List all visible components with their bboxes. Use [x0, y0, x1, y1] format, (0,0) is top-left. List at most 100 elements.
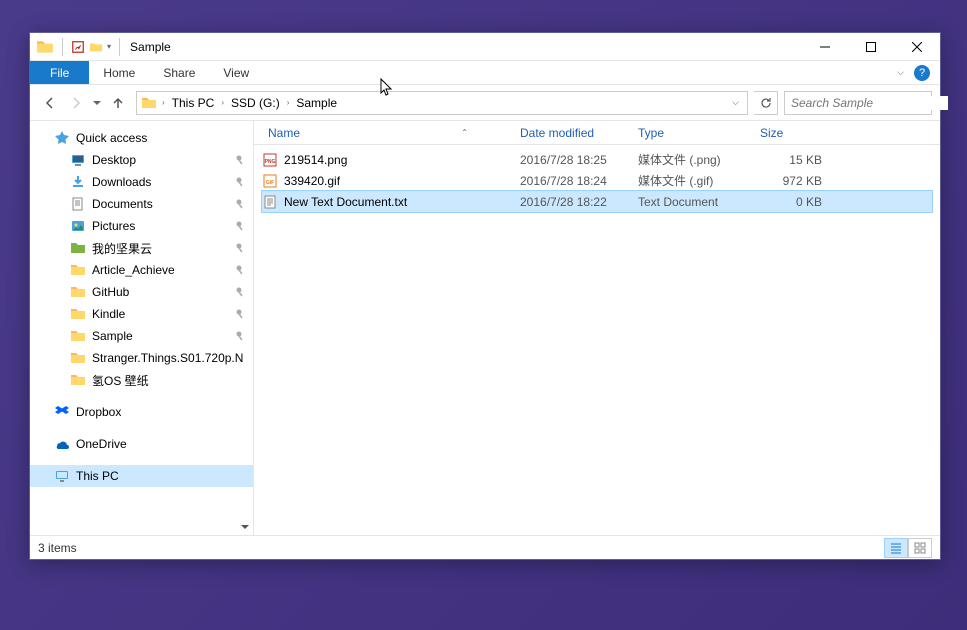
- sidebar-item[interactable]: Article_Achieve: [30, 259, 253, 281]
- file-list[interactable]: PNG219514.png2016/7/28 18:25媒体文件 (.png)1…: [254, 145, 940, 535]
- column-headers: Name⌃ Date modified Type Size: [254, 121, 940, 145]
- scroll-down-icon[interactable]: [239, 521, 251, 533]
- column-header-date[interactable]: Date modified: [514, 126, 632, 140]
- file-size: 972 KB: [760, 174, 822, 188]
- sidebar-item-label: 氢OS 壁纸: [92, 372, 149, 389]
- sidebar-item[interactable]: Downloads: [30, 171, 253, 193]
- folder-icon: [70, 328, 86, 344]
- back-button[interactable]: [38, 91, 62, 115]
- breadcrumb-segment[interactable]: SSD (G:): [227, 92, 284, 114]
- chevron-right-icon[interactable]: ›: [159, 98, 168, 107]
- recent-dropdown[interactable]: [90, 91, 104, 115]
- folder-icon: [70, 262, 86, 278]
- column-header-type[interactable]: Type: [632, 126, 754, 140]
- desktop-icon: [70, 152, 86, 168]
- sidebar-dropbox[interactable]: Dropbox: [30, 401, 253, 423]
- ribbon-tab-view[interactable]: View: [209, 61, 263, 84]
- sidebar-quick-access[interactable]: Quick access: [30, 127, 253, 149]
- pin-icon: [235, 221, 245, 231]
- pictures-icon: [70, 218, 86, 234]
- sidebar-item[interactable]: Sample: [30, 325, 253, 347]
- ribbon: File Home Share View ⌵ ?: [30, 61, 940, 85]
- computer-icon: [54, 468, 70, 484]
- chevron-right-icon[interactable]: ›: [218, 98, 227, 107]
- dropbox-icon: [54, 404, 70, 420]
- ribbon-expand-icon[interactable]: ⌵: [897, 67, 904, 78]
- search-box[interactable]: [784, 91, 932, 115]
- content-area: Quick access Desktop Downloads Documents Pi…: [30, 121, 940, 535]
- folder-icon: [70, 306, 86, 322]
- sidebar-item-label: Documents: [92, 197, 153, 211]
- new-folder-icon[interactable]: [89, 40, 103, 54]
- downloads-icon: [70, 174, 86, 190]
- search-input[interactable]: [791, 96, 948, 110]
- file-explorer-window: ▾ Sample File Home Share View ⌵ ? › This…: [29, 32, 941, 560]
- sidebar-item-label: This PC: [76, 469, 119, 483]
- sidebar-item-label: Kindle: [92, 307, 125, 321]
- sidebar-onedrive[interactable]: OneDrive: [30, 433, 253, 455]
- address-bar[interactable]: › This PC › SSD (G:) › Sample ⌵: [136, 91, 748, 115]
- file-type: 媒体文件 (.png): [638, 151, 760, 168]
- sidebar-item[interactable]: 氢OS 壁纸: [30, 369, 253, 391]
- column-header-name[interactable]: Name⌃: [262, 126, 514, 140]
- sidebar-item[interactable]: Kindle: [30, 303, 253, 325]
- sidebar-item-label: Article_Achieve: [92, 263, 175, 277]
- minimize-button[interactable]: [802, 33, 848, 61]
- file-row[interactable]: GIF339420.gif2016/7/28 18:24媒体文件 (.gif)9…: [262, 170, 932, 191]
- sidebar-item[interactable]: 我的坚果云: [30, 237, 253, 259]
- file-name: New Text Document.txt: [284, 195, 520, 209]
- sidebar-item-label: Dropbox: [76, 405, 121, 419]
- chevron-right-icon[interactable]: ›: [284, 98, 293, 107]
- quick-access-toolbar: ▾: [30, 38, 124, 56]
- item-count: 3 items: [38, 541, 77, 555]
- sidebar-item[interactable]: GitHub: [30, 281, 253, 303]
- ribbon-file-tab[interactable]: File: [30, 61, 89, 84]
- sidebar-item-label: GitHub: [92, 285, 129, 299]
- breadcrumb-segment[interactable]: Sample: [292, 92, 341, 114]
- icons-view-button[interactable]: [908, 538, 932, 558]
- address-dropdown[interactable]: ⌵: [726, 97, 745, 108]
- file-row[interactable]: PNG219514.png2016/7/28 18:25媒体文件 (.png)1…: [262, 149, 932, 170]
- details-view-button[interactable]: [884, 538, 908, 558]
- separator: [119, 38, 120, 56]
- column-header-size[interactable]: Size: [754, 126, 824, 140]
- file-date: 2016/7/28 18:22: [520, 195, 638, 209]
- pin-icon: [235, 155, 245, 165]
- sidebar-item-label: Stranger.Things.S01.720p.N: [92, 351, 243, 365]
- refresh-button[interactable]: [754, 91, 778, 115]
- forward-button[interactable]: [64, 91, 88, 115]
- folder-green-icon: [70, 240, 86, 256]
- sidebar-item[interactable]: Documents: [30, 193, 253, 215]
- sidebar-item-label: Sample: [92, 329, 133, 343]
- navigation-pane[interactable]: Quick access Desktop Downloads Documents Pi…: [30, 121, 254, 535]
- sidebar-item[interactable]: Desktop: [30, 149, 253, 171]
- folder-icon: [36, 38, 54, 56]
- folder-icon: [70, 372, 86, 388]
- sidebar-item-label: OneDrive: [76, 437, 127, 451]
- ribbon-tab-home[interactable]: Home: [89, 61, 149, 84]
- sidebar-item-label: Quick access: [76, 131, 147, 145]
- file-type: 媒体文件 (.gif): [638, 172, 760, 189]
- properties-icon[interactable]: [71, 40, 85, 54]
- file-row[interactable]: New Text Document.txt2016/7/28 18:22Text…: [262, 191, 932, 212]
- sidebar-this-pc[interactable]: This PC: [30, 465, 253, 487]
- star-icon: [54, 130, 70, 146]
- pin-icon: [235, 243, 245, 253]
- help-icon[interactable]: ?: [914, 65, 930, 81]
- file-view: Name⌃ Date modified Type Size PNG219514.…: [254, 121, 940, 535]
- ribbon-tab-share[interactable]: Share: [149, 61, 209, 84]
- breadcrumb-segment[interactable]: This PC: [168, 92, 219, 114]
- sidebar-item[interactable]: Stranger.Things.S01.720p.N: [30, 347, 253, 369]
- titlebar: ▾ Sample: [30, 33, 940, 61]
- folder-icon: [70, 284, 86, 300]
- maximize-button[interactable]: [848, 33, 894, 61]
- sidebar-item-label: Pictures: [92, 219, 135, 233]
- sidebar-item[interactable]: Pictures: [30, 215, 253, 237]
- up-button[interactable]: [106, 91, 130, 115]
- close-button[interactable]: [894, 33, 940, 61]
- qat-dropdown[interactable]: ▾: [107, 42, 111, 51]
- file-size: 0 KB: [760, 195, 822, 209]
- pin-icon: [235, 265, 245, 275]
- sidebar-item-label: Desktop: [92, 153, 136, 167]
- svg-text:PNG: PNG: [265, 159, 276, 165]
